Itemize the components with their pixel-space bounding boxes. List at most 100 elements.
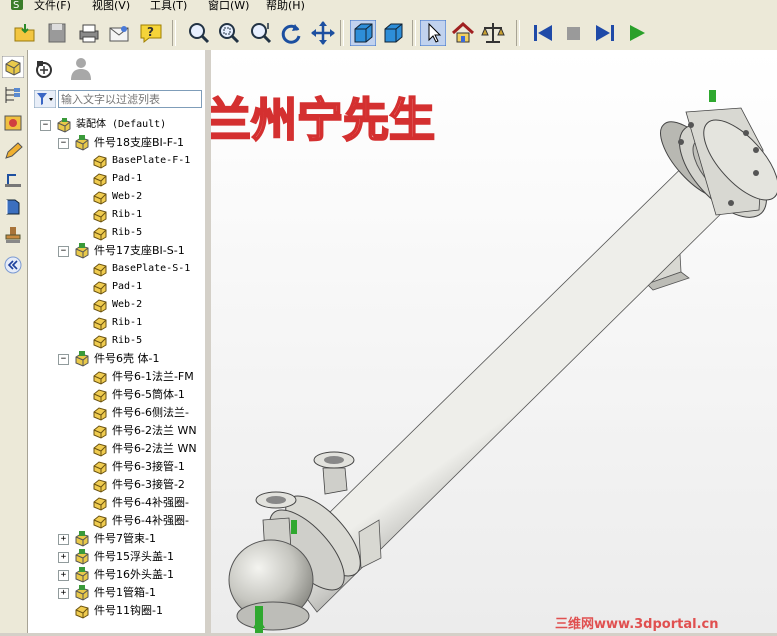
first-frame-button[interactable] xyxy=(530,20,556,46)
collapse-toggle[interactable]: − xyxy=(40,120,51,131)
email-button[interactable] xyxy=(106,20,132,46)
tree-node[interactable]: Rib-1 xyxy=(28,314,204,332)
tab-assembly-tree[interactable] xyxy=(2,56,24,78)
channel-head xyxy=(228,539,314,633)
save-button[interactable] xyxy=(44,20,70,46)
part-icon xyxy=(92,405,108,421)
tree-node-label: 件号6-3接管-1 xyxy=(112,460,185,473)
menu-tools[interactable]: 工具(T) xyxy=(150,0,187,12)
stop-button[interactable] xyxy=(560,20,586,46)
expand-toggle[interactable]: + xyxy=(58,588,69,599)
zoom-to-fit-button[interactable] xyxy=(186,20,212,46)
measure-button[interactable] xyxy=(480,20,506,46)
help-button[interactable]: ? xyxy=(138,20,164,46)
menu-view[interactable]: 视图(V) xyxy=(92,0,130,12)
balance-scale-icon xyxy=(481,23,505,43)
expand-toggle[interactable]: + xyxy=(58,552,69,563)
tree-node-label: 件号6-2法兰 WN xyxy=(112,424,197,437)
select-button[interactable] xyxy=(420,20,446,46)
home-view-button[interactable] xyxy=(450,20,476,46)
section-view-icon xyxy=(6,199,20,215)
collapse-panel-button[interactable] xyxy=(2,254,24,276)
tree-node[interactable]: Web-2 xyxy=(28,296,204,314)
subassembly-icon xyxy=(74,351,90,367)
tree-node[interactable]: BasePlate-F-1 xyxy=(28,152,204,170)
tree-node[interactable]: Rib-5 xyxy=(28,224,204,242)
part-icon xyxy=(74,603,90,619)
tree-node[interactable]: − 件号6壳 体-1 xyxy=(28,350,204,368)
help-icon: ? xyxy=(140,24,162,44)
tree-node[interactable]: 件号6-6侧法兰- xyxy=(28,404,204,422)
tab-markup[interactable] xyxy=(2,140,24,162)
tree-node[interactable]: 件号6-4补强圈- xyxy=(28,494,204,512)
assembly-icon xyxy=(56,117,72,133)
shaded-view-button[interactable] xyxy=(350,20,376,46)
tree-node[interactable]: 件号6-3接管-1 xyxy=(28,458,204,476)
tree-node[interactable]: 件号6-2法兰 WN xyxy=(28,422,204,440)
part-icon xyxy=(92,387,108,403)
shaded-edges-button[interactable] xyxy=(380,20,406,46)
zoom-in-out-icon xyxy=(251,23,272,44)
tree-node[interactable]: Rib-1 xyxy=(28,206,204,224)
tree-node[interactable]: Pad-1 xyxy=(28,170,204,188)
print-button[interactable] xyxy=(76,20,102,46)
tree-node[interactable]: + 件号16外头盖-1 xyxy=(28,566,204,584)
collapse-toggle[interactable]: − xyxy=(58,246,69,257)
tree-node[interactable]: Rib-5 xyxy=(28,332,204,350)
tab-configuration[interactable] xyxy=(2,84,24,106)
svg-text:?: ? xyxy=(147,25,154,39)
tree-node[interactable]: + 件号15浮头盖-1 xyxy=(28,548,204,566)
subassembly-icon xyxy=(74,243,90,259)
tree-node[interactable]: 件号11钩圈-1 xyxy=(28,602,204,620)
3d-viewport[interactable]: 兰州宁先生 三维网www.3dportal.cn xyxy=(204,50,777,633)
subassembly-icon xyxy=(74,531,90,547)
tree-node[interactable]: + 件号1管箱-1 xyxy=(28,584,204,602)
person-icon[interactable] xyxy=(68,56,92,82)
tree-node-label: Rib-1 xyxy=(112,317,143,328)
tree-node-label: 件号6-3接管-2 xyxy=(112,478,185,491)
zoom-in-out-button[interactable] xyxy=(248,20,274,46)
collapse-toggle[interactable]: − xyxy=(58,138,69,149)
menu-file[interactable]: 文件(F) xyxy=(34,0,71,12)
toolbar-separator xyxy=(412,20,416,46)
tree-node[interactable]: 件号6-3接管-2 xyxy=(28,476,204,494)
shaded-cube-icon xyxy=(350,20,376,46)
tree-node-label: Rib-5 xyxy=(112,227,143,238)
rotate-view-button[interactable] xyxy=(278,20,304,46)
tab-display[interactable] xyxy=(2,112,24,134)
tree-node[interactable]: Web-2 xyxy=(28,188,204,206)
cube-icon xyxy=(384,23,403,43)
zoom-area-button[interactable] xyxy=(216,20,242,46)
tree-node[interactable]: 件号6-1法兰-FM xyxy=(28,368,204,386)
bom-icon[interactable] xyxy=(34,58,58,82)
tree-node[interactable]: + 件号7管束-1 xyxy=(28,530,204,548)
tree-node[interactable]: 件号6-5筒体-1 xyxy=(28,386,204,404)
envelope-icon xyxy=(109,26,129,42)
subassembly-icon xyxy=(74,549,90,565)
last-frame-button[interactable] xyxy=(592,20,618,46)
tree-node[interactable]: BasePlate-S-1 xyxy=(28,260,204,278)
part-icon xyxy=(92,315,108,331)
tab-section[interactable] xyxy=(2,196,24,218)
filter-funnel-icon[interactable] xyxy=(34,90,56,108)
expand-toggle[interactable]: + xyxy=(58,534,69,545)
tree-node[interactable]: Pad-1 xyxy=(28,278,204,296)
tree-node[interactable]: − 装配体 (Default) xyxy=(28,116,204,134)
tree-node-label: BasePlate-S-1 xyxy=(112,263,191,274)
tree-node[interactable]: 件号6-2法兰 WN xyxy=(28,440,204,458)
expand-toggle[interactable]: + xyxy=(58,570,69,581)
tree-node[interactable]: 件号6-4补强圈- xyxy=(28,512,204,530)
pan-button[interactable] xyxy=(310,20,336,46)
toolbar-separator xyxy=(172,20,176,46)
menu-window[interactable]: 窗口(W) xyxy=(208,0,249,12)
menu-help[interactable]: 帮助(H) xyxy=(266,0,305,12)
open-button[interactable] xyxy=(12,20,38,46)
house-icon xyxy=(451,21,475,43)
filter-input[interactable] xyxy=(58,90,202,108)
play-button[interactable] xyxy=(624,20,650,46)
tree-node[interactable]: − 件号18支座BI-F-1 xyxy=(28,134,204,152)
collapse-toggle[interactable]: − xyxy=(58,354,69,365)
tree-node[interactable]: − 件号17支座BI-S-1 xyxy=(28,242,204,260)
tab-measure[interactable] xyxy=(2,168,24,190)
tab-stamp[interactable] xyxy=(2,224,24,246)
